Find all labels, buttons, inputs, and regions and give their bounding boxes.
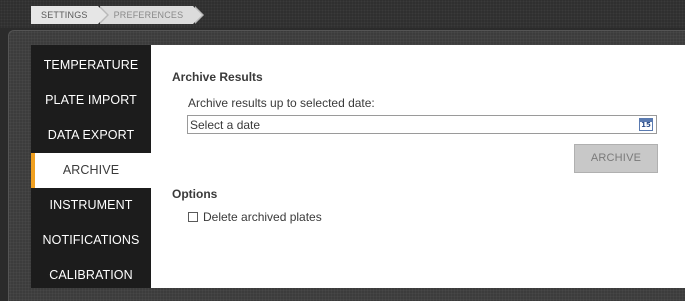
delete-archived-checkbox[interactable] (188, 212, 198, 222)
sidebar-item-label: TEMPERATURE (43, 58, 139, 72)
sidebar-item-label: DATA EXPORT (47, 128, 135, 142)
calendar-day: 15 (641, 121, 651, 129)
sidebar-item-archive[interactable]: ARCHIVE (31, 153, 151, 188)
date-picker[interactable]: 15 (187, 115, 657, 134)
delete-archived-label: Delete archived plates (203, 210, 322, 224)
sidebar-item-label: ARCHIVE (62, 163, 120, 177)
delete-archived-option[interactable]: Delete archived plates (188, 210, 322, 224)
breadcrumb-item-preferences[interactable]: PREFERENCES (99, 6, 205, 24)
options-section-title: Options (172, 187, 218, 201)
calendar-icon[interactable]: 15 (639, 118, 653, 131)
sidebar-item-label: PLATE IMPORT (45, 93, 137, 107)
sidebar-item-label: INSTRUMENT (49, 198, 133, 212)
breadcrumb: SETTINGS PREFERENCES (31, 6, 205, 24)
sidebar-item-label: CALIBRATION (49, 268, 133, 282)
sidebar: TEMPERATURE PLATE IMPORT DATA EXPORT ARC… (31, 45, 151, 288)
archive-date-label: Archive results up to selected date: (188, 96, 375, 110)
sidebar-item-notifications[interactable]: NOTIFICATIONS (31, 223, 151, 258)
archive-section-title: Archive Results (172, 70, 263, 84)
top-bar: SETTINGS PREFERENCES (0, 0, 685, 28)
content-panel: Archive Results Archive results up to se… (151, 45, 685, 288)
sidebar-item-label: NOTIFICATIONS (42, 233, 140, 247)
archive-button[interactable]: ARCHIVE (574, 144, 658, 173)
breadcrumb-item-settings[interactable]: SETTINGS (31, 6, 109, 24)
sidebar-item-temperature[interactable]: TEMPERATURE (31, 48, 151, 83)
sidebar-item-plate-import[interactable]: PLATE IMPORT (31, 83, 151, 118)
sidebar-item-data-export[interactable]: DATA EXPORT (31, 118, 151, 153)
date-input[interactable] (188, 116, 620, 134)
sidebar-item-instrument[interactable]: INSTRUMENT (31, 188, 151, 223)
